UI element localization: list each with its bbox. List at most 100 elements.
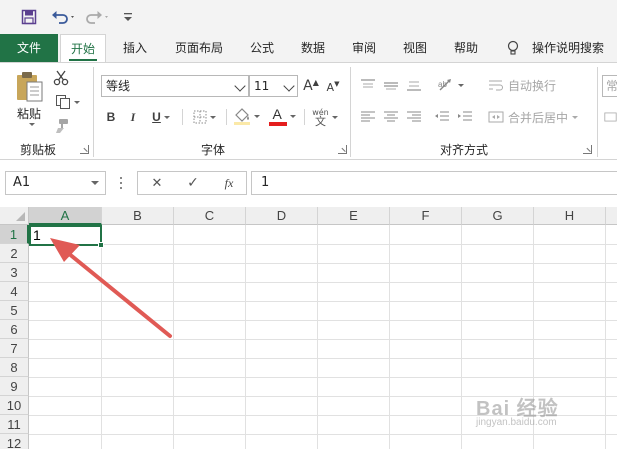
row-header[interactable]: 1 (0, 225, 29, 244)
column-header[interactable]: E (318, 207, 390, 225)
row-header[interactable]: 3 (0, 263, 29, 282)
clipboard-launcher-icon[interactable] (80, 145, 89, 154)
paste-dropdown-icon[interactable] (29, 123, 35, 126)
wrap-text-button[interactable]: 自动换行 (488, 75, 572, 95)
font-color-button[interactable]: A (266, 105, 298, 127)
column-header[interactable]: F (390, 207, 462, 225)
orientation-icon: ab (438, 79, 451, 91)
customize-qat-button[interactable] (120, 6, 136, 28)
underline-button[interactable]: U (146, 107, 176, 127)
row-header[interactable]: 2 (0, 244, 29, 263)
insert-function-button[interactable]: fx (218, 174, 240, 192)
decrease-indent-button[interactable] (432, 107, 452, 127)
select-all-button[interactable] (0, 207, 29, 225)
paste-button[interactable] (12, 69, 46, 105)
tab-file[interactable]: 文件 (0, 34, 58, 62)
bold-button[interactable]: B (102, 107, 120, 127)
redo-icon (86, 11, 108, 24)
row-header[interactable]: 8 (0, 358, 29, 377)
watermark-url: jingyan.baidu.com (476, 417, 557, 428)
column-header[interactable]: B (102, 207, 174, 225)
fill-color-button[interactable] (230, 105, 262, 127)
wrap-text-label: 自动换行 (508, 78, 557, 93)
font-divider (304, 109, 305, 125)
svg-text:ab: ab (438, 80, 447, 89)
font-launcher-icon[interactable] (338, 145, 347, 154)
font-name-value: 等线 (106, 79, 131, 93)
align-right-button[interactable] (404, 107, 424, 127)
tell-me-label: 操作说明搜索 (532, 41, 605, 55)
increase-indent-button[interactable] (455, 107, 475, 127)
row-header[interactable]: 4 (0, 282, 29, 301)
accounting-format-button[interactable] (604, 107, 617, 127)
fill-handle[interactable] (98, 242, 104, 248)
number-format-value: 常 (606, 79, 617, 93)
name-box[interactable]: A1 (5, 171, 106, 195)
decrease-font-size-button[interactable]: A ▼ (324, 78, 342, 96)
clipboard-group-label: 剪贴板 (20, 143, 57, 157)
formula-input[interactable]: 1 (251, 171, 617, 195)
row-header[interactable]: 11 (0, 415, 29, 434)
phonetic-guide-button[interactable]: wén 文 (308, 105, 342, 129)
redo-button[interactable] (84, 6, 112, 28)
increase-font-size-button[interactable]: A ▲ (302, 76, 320, 96)
middle-align-button[interactable] (381, 75, 401, 95)
format-painter-button[interactable] (52, 117, 70, 135)
row-header[interactable]: 10 (0, 396, 29, 415)
font-name-select[interactable]: 等线 (101, 75, 249, 97)
font-divider (226, 109, 227, 125)
copy-button[interactable] (52, 93, 82, 111)
enter-formula-button[interactable]: ✓ (182, 174, 204, 192)
formula-bar-grip[interactable] (120, 177, 123, 189)
column-header[interactable]: H (534, 207, 606, 225)
tab-page-layout[interactable]: 页面布局 (166, 34, 232, 62)
row-header[interactable]: 5 (0, 301, 29, 320)
number-format-select[interactable]: 常 (602, 75, 617, 97)
group-divider (597, 67, 598, 157)
merge-center-button[interactable]: 合并后居中 (488, 107, 582, 127)
undo-button[interactable] (50, 6, 78, 28)
grid-line (29, 358, 617, 359)
tab-data[interactable]: 数据 (292, 34, 334, 62)
row-header[interactable]: 6 (0, 320, 29, 339)
align-left-button[interactable] (358, 107, 378, 127)
font-divider (182, 109, 183, 125)
shrink-font-glyph: A (326, 80, 335, 94)
italic-button[interactable]: I (124, 107, 142, 127)
orientation-button[interactable]: ab (432, 75, 468, 95)
column-header[interactable]: A (29, 207, 102, 225)
formula-bar: A1 ✕ ✓ fx 1 (0, 160, 617, 206)
active-cell-a1[interactable]: 1 (29, 225, 104, 248)
row-header[interactable]: 12 (0, 434, 29, 449)
lightbulb-icon (507, 40, 519, 55)
align-center-button[interactable] (381, 107, 401, 127)
row-header[interactable]: 7 (0, 339, 29, 358)
wrap-text-icon (489, 80, 503, 91)
cut-button[interactable] (52, 69, 70, 87)
tab-review[interactable]: 审阅 (343, 34, 385, 62)
tab-insert[interactable]: 插入 (114, 34, 156, 62)
column-header[interactable]: D (246, 207, 318, 225)
alignment-launcher-icon[interactable] (583, 145, 592, 154)
align-top-icon (361, 79, 375, 88)
decrease-indent-icon (435, 111, 449, 121)
tab-home[interactable]: 开始 (60, 34, 106, 63)
tab-formulas[interactable]: 公式 (241, 34, 283, 62)
row-header[interactable]: 9 (0, 377, 29, 396)
tell-me-search[interactable]: 操作说明搜索 (502, 34, 617, 62)
column-header[interactable]: G (462, 207, 534, 225)
top-align-button[interactable] (358, 75, 378, 95)
cancel-formula-button[interactable]: ✕ (146, 174, 168, 192)
bottom-align-button[interactable] (404, 75, 424, 95)
tab-help[interactable]: 帮助 (445, 34, 487, 62)
save-button[interactable] (18, 6, 40, 28)
paste-label: 粘贴 (16, 107, 41, 121)
phonetic-bottom: 文 (314, 115, 326, 128)
tab-view[interactable]: 视图 (394, 34, 436, 62)
merge-cells-icon (488, 111, 504, 123)
borders-button[interactable] (188, 107, 220, 127)
quick-access-toolbar (0, 0, 617, 34)
column-header-partial[interactable] (606, 207, 617, 225)
font-size-select[interactable]: 11 (249, 75, 298, 97)
column-header[interactable]: C (174, 207, 246, 225)
